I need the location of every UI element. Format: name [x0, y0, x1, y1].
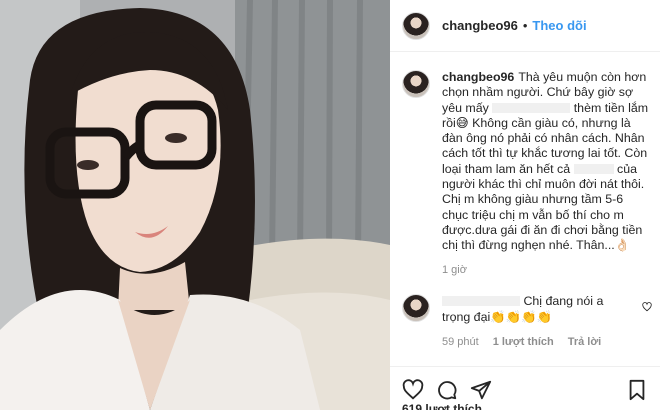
comment-icon[interactable] — [436, 379, 458, 401]
post-side-panel: changbeo96 • Theo dõi changbeo96 Thà yêu … — [390, 0, 660, 410]
caption-username[interactable]: changbeo96 — [442, 70, 514, 84]
post-header: changbeo96 • Theo dõi — [390, 0, 660, 52]
comment-text: Chị đang nói a trọng đại👏👏👏👏 — [442, 294, 632, 325]
heart-icon[interactable] — [642, 302, 652, 312]
selfie-illustration — [0, 0, 390, 410]
comment-likes[interactable]: 1 lượt thích — [493, 336, 554, 348]
post-time[interactable]: 1 giờ — [442, 264, 467, 276]
redacted-username — [442, 296, 520, 306]
separator-dot: • — [522, 18, 528, 33]
share-icon[interactable] — [470, 379, 492, 401]
comment-meta: 59 phút 1 lượt thích Trả lời — [442, 336, 601, 348]
redacted-block — [573, 163, 614, 174]
follow-button[interactable]: Theo dõi — [532, 18, 586, 33]
post-photo[interactable] — [0, 0, 390, 410]
redacted-block — [492, 102, 571, 113]
comment-time[interactable]: 59 phút — [442, 336, 479, 348]
likes-count[interactable]: 619 lượt thích — [402, 402, 482, 410]
comment-avatar[interactable] — [402, 294, 430, 322]
caption-text: changbeo96 Thà yêu muộn còn hơn chọn nhầm… — [442, 70, 650, 254]
avatar[interactable] — [402, 11, 430, 40]
username-link[interactable]: changbeo96 — [442, 18, 518, 33]
reply-button[interactable]: Trả lời — [568, 336, 602, 348]
bookmark-icon[interactable] — [626, 379, 648, 401]
caption: changbeo96 Thà yêu muộn còn hơn chọn nhầm… — [402, 70, 652, 254]
heart-icon[interactable] — [402, 379, 424, 401]
caption-avatar[interactable] — [402, 70, 430, 98]
